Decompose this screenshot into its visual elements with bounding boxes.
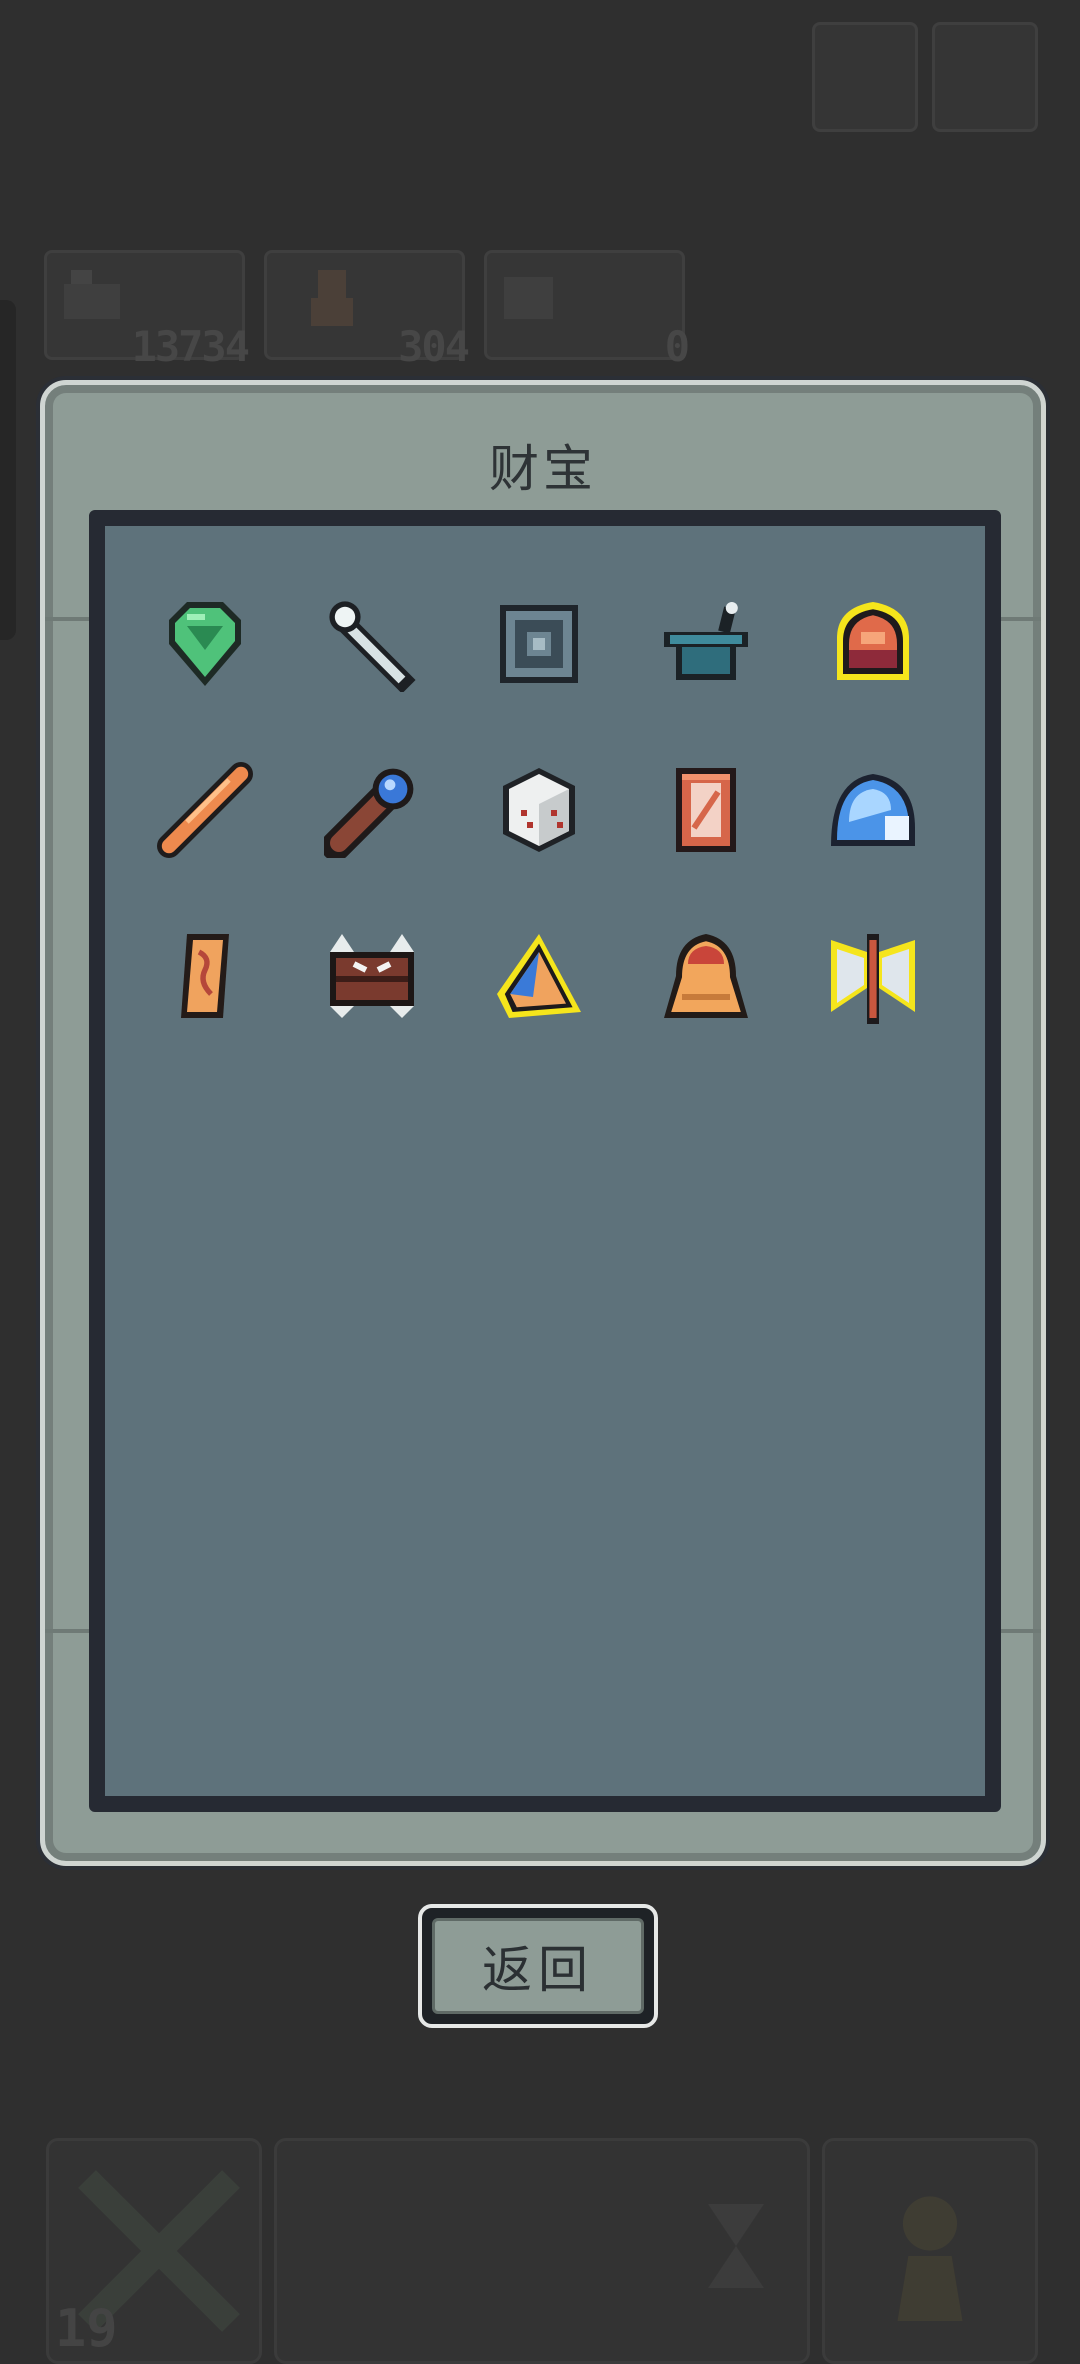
orb-scepter-icon[interactable] bbox=[324, 762, 420, 858]
potion-icon bbox=[504, 277, 553, 319]
hero-icon bbox=[311, 270, 353, 326]
hourglass-icon bbox=[708, 2204, 764, 2288]
side-tab bbox=[0, 300, 16, 640]
crystal-shard-icon[interactable] bbox=[491, 928, 587, 1024]
stat-potion: 0 bbox=[484, 250, 690, 371]
stat-gold-value: 13734 bbox=[131, 322, 250, 371]
panel-title: 财宝 bbox=[489, 440, 597, 498]
ice-slime-icon[interactable] bbox=[825, 762, 921, 858]
scroll-icon[interactable] bbox=[157, 928, 253, 1024]
stat-hero-value: 304 bbox=[398, 322, 470, 371]
stone-tablet-icon[interactable] bbox=[491, 596, 587, 692]
top-right-button-2 bbox=[932, 22, 1038, 132]
gold-icon bbox=[64, 270, 120, 319]
orange-rod-icon[interactable] bbox=[157, 762, 253, 858]
teal-pot-icon[interactable] bbox=[658, 596, 754, 692]
return-button[interactable]: 返回 bbox=[418, 1904, 658, 2028]
stat-potion-value: 0 bbox=[664, 322, 690, 371]
battle-axe-icon[interactable] bbox=[825, 928, 921, 1024]
treasure-panel: 财宝 bbox=[40, 380, 1046, 1866]
red-helmet-icon[interactable] bbox=[825, 596, 921, 692]
dice-icon[interactable] bbox=[491, 762, 587, 858]
treasure-grid bbox=[89, 510, 1001, 1812]
spiked-chest-icon[interactable] bbox=[324, 928, 420, 1024]
pawn-icon bbox=[897, 2196, 963, 2321]
bottom-card-center bbox=[274, 2138, 810, 2364]
top-right-button-1 bbox=[812, 22, 918, 132]
bottom-card-right bbox=[822, 2138, 1038, 2364]
level-number: 19 bbox=[55, 2299, 118, 2359]
emerald-gem-icon[interactable] bbox=[157, 596, 253, 692]
stat-hero: 304 bbox=[264, 250, 470, 371]
bottom-card-left: 19 bbox=[46, 2138, 262, 2364]
mirror-card-icon[interactable] bbox=[658, 762, 754, 858]
stat-gold: 13734 bbox=[44, 250, 250, 371]
return-button-label: 返回 bbox=[432, 1918, 644, 2014]
golden-bell-icon[interactable] bbox=[658, 928, 754, 1024]
bone-wand-icon[interactable] bbox=[324, 596, 420, 692]
